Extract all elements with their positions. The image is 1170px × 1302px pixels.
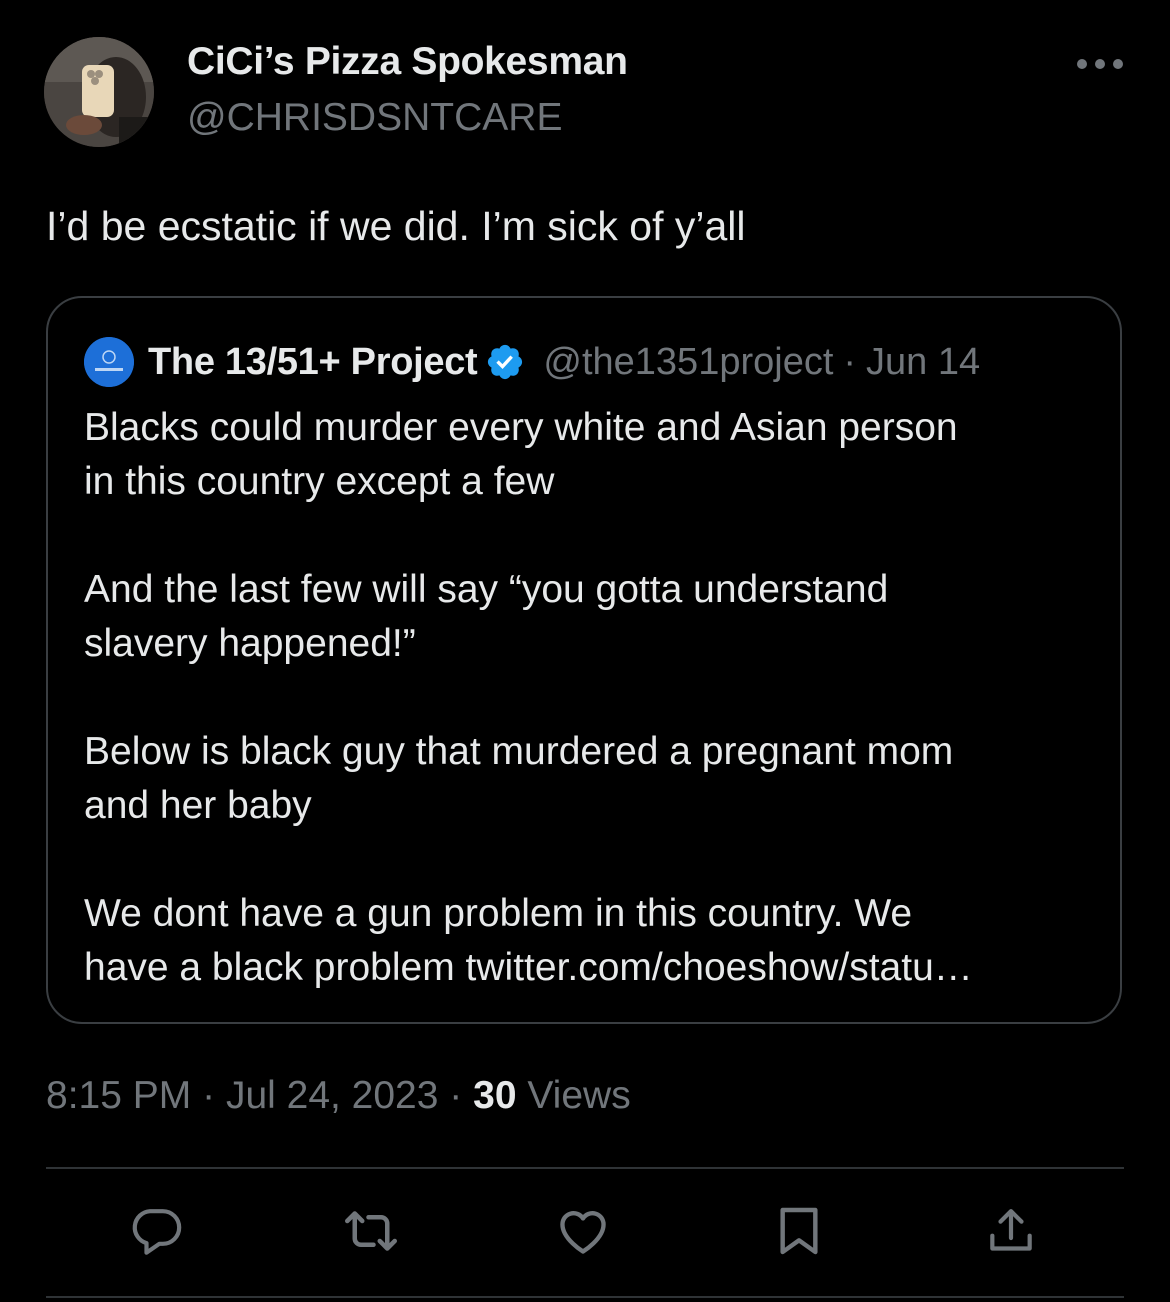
quoted-line: slavery happened!” (84, 622, 416, 665)
reply-icon (132, 1209, 182, 1255)
quoted-line: and her baby (84, 784, 312, 827)
author-display-name[interactable]: CiCi’s Pizza Spokesman (187, 40, 628, 84)
quoted-paragraph: Below is black guy that murdered a pregn… (84, 725, 1094, 833)
quoted-tweet-header: The 13/51+ Project @the1351project · Jun… (84, 337, 980, 387)
retweet-icon (345, 1211, 397, 1251)
retweet-button[interactable] (336, 1196, 406, 1266)
tweet-meta: 8:15 PM · Jul 24, 2023 · 30 Views (46, 1074, 631, 1118)
quoted-line: Below is black guy that murdered a pregn… (84, 730, 954, 773)
bookmark-icon (780, 1207, 818, 1255)
quoted-separator: · (843, 340, 857, 383)
meta-separator: · (449, 1074, 463, 1117)
tweet-date[interactable]: Jul 24, 2023 (226, 1074, 439, 1117)
quoted-line: in this country except a few (84, 460, 555, 503)
meta-separator: · (202, 1074, 216, 1117)
share-icon (990, 1209, 1032, 1251)
author-handle[interactable]: @CHRISDSNTCARE (187, 96, 562, 140)
quoted-paragraph: We dont have a gun problem in this count… (84, 887, 1094, 995)
quoted-paragraph: Blacks could murder every white and Asia… (84, 401, 1094, 509)
more-options-button[interactable] (1072, 46, 1128, 82)
action-bar (0, 1196, 1170, 1266)
divider (46, 1296, 1124, 1298)
quoted-line: And the last few will say “you gotta und… (84, 568, 889, 611)
quoted-tweet-text: Blacks could murder every white and Asia… (84, 401, 1094, 995)
quoted-line: Blacks could murder every white and Asia… (84, 406, 958, 449)
quoted-tweet-date[interactable]: Jun 14 (866, 341, 980, 384)
quoted-paragraph: And the last few will say “you gotta und… (84, 563, 1094, 671)
tweet-text: I’d be ecstatic if we did. I’m sick of y… (46, 203, 746, 249)
like-button[interactable] (548, 1196, 618, 1266)
more-icon (1077, 59, 1123, 69)
quoted-tweet-card[interactable]: The 13/51+ Project @the1351project · Jun… (46, 296, 1122, 1024)
tweet-time[interactable]: 8:15 PM (46, 1074, 191, 1117)
quoted-line: We dont have a gun problem in this count… (84, 892, 913, 935)
quoted-author-avatar[interactable] (84, 337, 134, 387)
share-button[interactable] (976, 1196, 1046, 1266)
quoted-line: have a black problem twitter.com/choesho… (84, 946, 973, 989)
reply-button[interactable] (122, 1196, 192, 1266)
bookmark-button[interactable] (764, 1196, 834, 1266)
verified-badge-icon (488, 344, 523, 380)
author-avatar[interactable] (44, 37, 154, 147)
like-icon (560, 1211, 606, 1254)
tweet: CiCi’s Pizza Spokesman @CHRISDSNTCARE I’… (0, 0, 1170, 1302)
quoted-author-handle[interactable]: @the1351project (543, 341, 833, 384)
divider (46, 1167, 1124, 1169)
views-count: 30 (473, 1074, 517, 1117)
quoted-author-display-name[interactable]: The 13/51+ Project (148, 341, 478, 384)
views-label: Views (527, 1074, 631, 1117)
